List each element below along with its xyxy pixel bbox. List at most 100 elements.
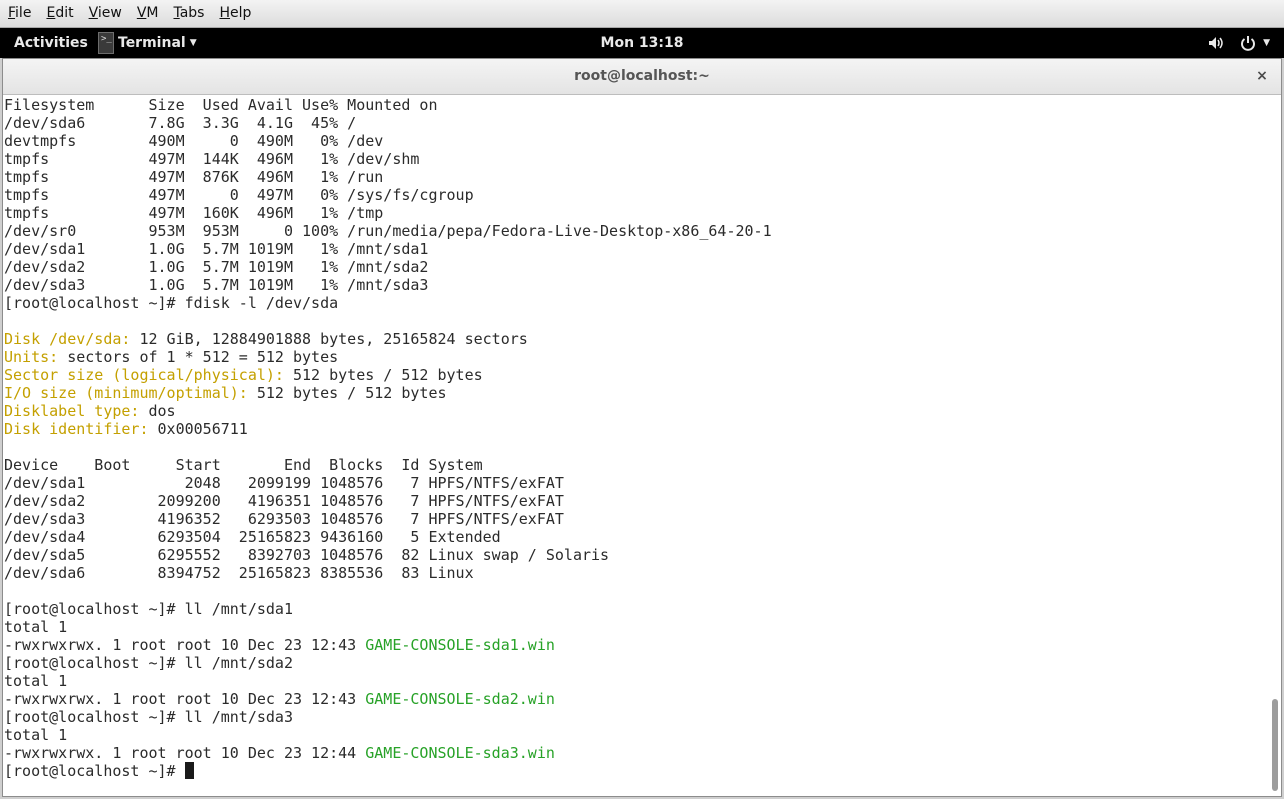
scrollbar[interactable] <box>1268 96 1280 796</box>
chevron-down-icon: ▼ <box>189 38 197 48</box>
menu-view[interactable]: View <box>81 0 129 28</box>
terminal-text: tmpfs 497M 876K 496M 1% /run <box>4 168 384 186</box>
terminal-line: /dev/sr0 953M 953M 0 100% /run/media/pep… <box>4 222 1270 240</box>
system-status-area[interactable]: ▼ <box>1207 28 1270 58</box>
terminal-line: total 1 <box>4 672 1270 690</box>
terminal-line: /dev/sda1 2048 2099199 1048576 7 HPFS/NT… <box>4 474 1270 492</box>
menu-label-rest: dit <box>55 4 74 21</box>
terminal-line: total 1 <box>4 618 1270 636</box>
terminal-text: -rwxrwxrwx. 1 root root 10 Dec 23 12:44 <box>4 744 366 762</box>
terminal-line: /dev/sda3 4196352 6293503 1048576 7 HPFS… <box>4 510 1270 528</box>
terminal-text: devtmpfs 490M 0 490M 0% /dev <box>4 132 384 150</box>
terminal-line: Disk /dev/sda: 12 GiB, 12884901888 bytes… <box>4 330 1270 348</box>
activities-button[interactable]: Activities <box>14 28 88 58</box>
terminal-line: -rwxrwxrwx. 1 root root 10 Dec 23 12:43 … <box>4 636 1270 654</box>
terminal-line: tmpfs 497M 160K 496M 1% /tmp <box>4 204 1270 222</box>
terminal-app-icon: >_ <box>98 32 114 54</box>
terminal-text: [root@localhost ~]# fdisk -l /dev/sda <box>4 294 339 312</box>
menu-accelerator: F <box>8 4 16 21</box>
terminal-line: /dev/sda2 1.0G 5.7M 1019M 1% /mnt/sda2 <box>4 258 1270 276</box>
terminal-line: /dev/sda4 6293504 25165823 9436160 5 Ext… <box>4 528 1270 546</box>
window-titlebar[interactable]: root@localhost:~ × <box>3 59 1281 95</box>
terminal-text: sectors of 1 * 512 = 512 bytes <box>58 348 339 366</box>
terminal-line: tmpfs 497M 144K 496M 1% /dev/shm <box>4 150 1270 168</box>
window-title: root@localhost:~ <box>574 68 710 84</box>
terminal-text: dos <box>139 402 176 420</box>
menu-label-rest: ile <box>15 4 32 21</box>
fdisk-label: Disk identifier: <box>4 420 149 438</box>
terminal-text: 12 GiB, 12884901888 bytes, 25165824 sect… <box>130 330 528 348</box>
menu-file[interactable]: File <box>0 0 38 28</box>
menu-label-rest: elp <box>230 4 252 21</box>
volume-icon[interactable] <box>1207 34 1225 52</box>
power-icon[interactable] <box>1239 34 1257 52</box>
terminal-text: total 1 <box>4 618 68 636</box>
menu-label-rest: iew <box>97 4 122 21</box>
terminal-line: [root@localhost ~]# <box>4 762 1270 780</box>
terminal-text: /dev/sr0 953M 953M 0 100% /run/media/pep… <box>4 222 772 240</box>
menu-label-rest: M <box>146 4 159 21</box>
terminal-line: /dev/sda2 2099200 4196351 1048576 7 HPFS… <box>4 492 1270 510</box>
terminal-text: /dev/sda5 6295552 8392703 1048576 82 Lin… <box>4 546 610 564</box>
terminal-line: total 1 <box>4 726 1270 744</box>
terminal-text: total 1 <box>4 726 68 744</box>
terminal-line: [root@localhost ~]# ll /mnt/sda1 <box>4 600 1270 618</box>
file-name: GAME-CONSOLE-sda2.win <box>365 690 555 708</box>
terminal-text: tmpfs 497M 0 497M 0% /sys/fs/cgroup <box>4 186 474 204</box>
menu-edit[interactable]: Edit <box>38 0 80 28</box>
clock-button[interactable]: Mon 13:18 <box>601 35 684 51</box>
terminal-text: -rwxrwxrwx. 1 root root 10 Dec 23 12:43 <box>4 636 366 654</box>
terminal-line: Disk identifier: 0x00056711 <box>4 420 1270 438</box>
terminal-text: /dev/sda1 2048 2099199 1048576 7 HPFS/NT… <box>4 474 564 492</box>
terminal-text: [root@localhost ~]# ll /mnt/sda2 <box>4 654 293 672</box>
terminal-text: Filesystem Size Used Avail Use% Mounted … <box>4 96 438 114</box>
terminal-line: /dev/sda3 1.0G 5.7M 1019M 1% /mnt/sda3 <box>4 276 1270 294</box>
terminal-text: Device Boot Start End Blocks Id System <box>4 456 483 474</box>
terminal-text: [root@localhost ~]# ll /mnt/sda1 <box>4 600 293 618</box>
fdisk-label: I/O size (minimum/optimal): <box>4 384 248 402</box>
terminal-text: 0x00056711 <box>148 420 248 438</box>
terminal-line: devtmpfs 490M 0 490M 0% /dev <box>4 132 1270 150</box>
terminal-line: Device Boot Start End Blocks Id System <box>4 456 1270 474</box>
menu-vm[interactable]: VM <box>129 0 166 28</box>
menu-tabs[interactable]: Tabs <box>165 0 211 28</box>
gnome-top-bar: Activities >_ Terminal ▼ Mon 13:18 ▼ <box>0 28 1284 58</box>
terminal-line: [root@localhost ~]# ll /mnt/sda3 <box>4 708 1270 726</box>
terminal-line: Filesystem Size Used Avail Use% Mounted … <box>4 96 1270 114</box>
close-button[interactable]: × <box>1253 67 1271 85</box>
terminal-text: [root@localhost ~]# ll /mnt/sda3 <box>4 708 293 726</box>
app-menu-terminal[interactable]: >_ Terminal ▼ <box>98 28 197 58</box>
terminal-text: /dev/sda3 4196352 6293503 1048576 7 HPFS… <box>4 510 564 528</box>
close-icon: × <box>1256 68 1268 84</box>
menu-accelerator: V <box>88 4 98 21</box>
scrollbar-thumb[interactable] <box>1272 699 1278 791</box>
terminal-text: tmpfs 497M 144K 496M 1% /dev/shm <box>4 150 420 168</box>
terminal-line: Disklabel type: dos <box>4 402 1270 420</box>
text-cursor <box>184 762 194 779</box>
file-name: GAME-CONSOLE-sda3.win <box>365 744 555 762</box>
fdisk-label: Disklabel type: <box>4 402 140 420</box>
terminal-text: tmpfs 497M 160K 496M 1% /tmp <box>4 204 384 222</box>
terminal-line: /dev/sda6 7.8G 3.3G 4.1G 45% / <box>4 114 1270 132</box>
terminal-text: /dev/sda2 1.0G 5.7M 1019M 1% /mnt/sda2 <box>4 258 429 276</box>
terminal-text: /dev/sda6 7.8G 3.3G 4.1G 45% / <box>4 114 357 132</box>
terminal-line: tmpfs 497M 876K 496M 1% /run <box>4 168 1270 186</box>
terminal-text: [root@localhost ~]# <box>4 762 185 780</box>
fdisk-label: Units: <box>4 348 59 366</box>
terminal-line: tmpfs 497M 0 497M 0% /sys/fs/cgroup <box>4 186 1270 204</box>
terminal-text: /dev/sda1 1.0G 5.7M 1019M 1% /mnt/sda1 <box>4 240 429 258</box>
terminal-text: 512 bytes / 512 bytes <box>247 384 447 402</box>
terminal-line: Units: sectors of 1 * 512 = 512 bytes <box>4 348 1270 366</box>
terminal-line: Sector size (logical/physical): 512 byte… <box>4 366 1270 384</box>
terminal-line: -rwxrwxrwx. 1 root root 10 Dec 23 12:43 … <box>4 690 1270 708</box>
chevron-down-icon[interactable]: ▼ <box>1263 38 1270 48</box>
terminal-output[interactable]: Filesystem Size Used Avail Use% Mounted … <box>3 96 1270 796</box>
file-name: GAME-CONSOLE-sda1.win <box>365 636 555 654</box>
fdisk-label: Disk /dev/sda: <box>4 330 131 348</box>
terminal-text: /dev/sda4 6293504 25165823 9436160 5 Ext… <box>4 528 501 546</box>
menu-help[interactable]: Help <box>211 0 258 28</box>
menu-accelerator: E <box>46 4 56 21</box>
